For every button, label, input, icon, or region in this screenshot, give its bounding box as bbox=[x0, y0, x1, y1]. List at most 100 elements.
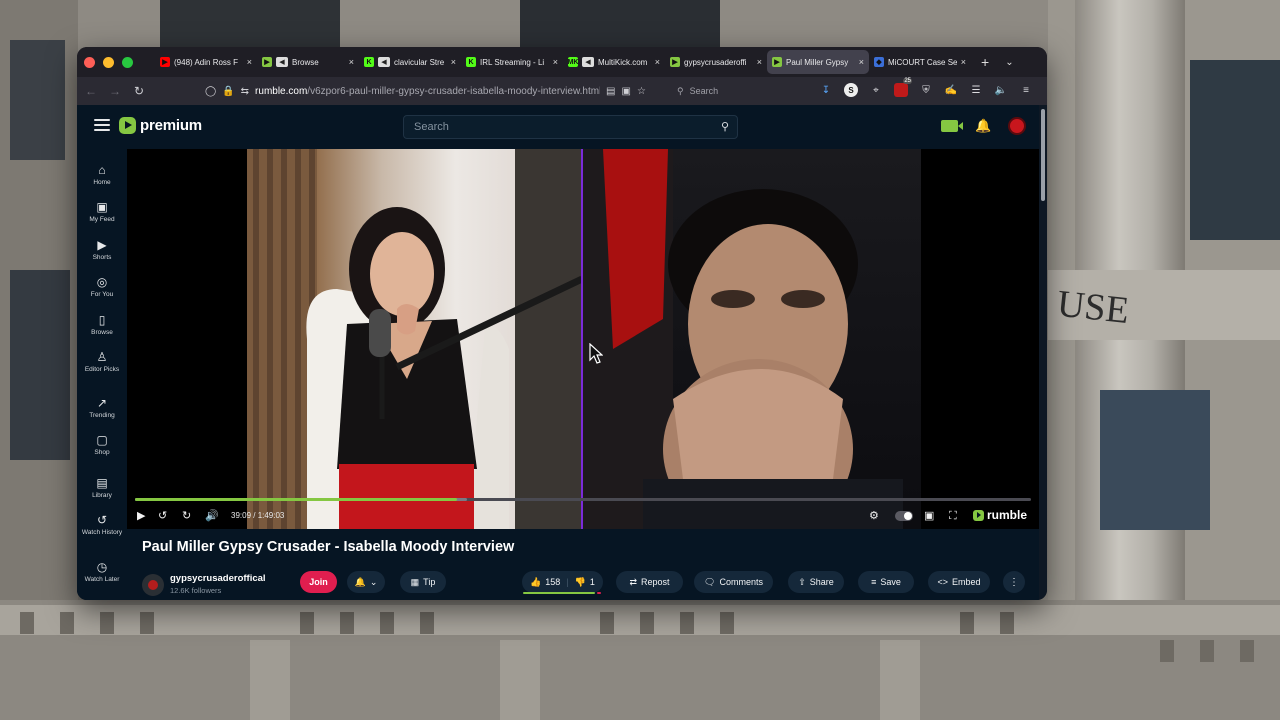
playlist-add-icon: ≡ bbox=[871, 577, 877, 587]
sidebar-item-home[interactable]: ⌂ Home bbox=[77, 163, 127, 187]
play-icon[interactable]: ▶ bbox=[137, 510, 145, 523]
video-left-scene bbox=[247, 149, 583, 529]
tab-close-icon[interactable]: × bbox=[451, 57, 456, 67]
thumbs-down-icon[interactable]: 👎 bbox=[575, 577, 586, 588]
rewind-icon[interactable]: ↺ bbox=[158, 510, 167, 523]
zoom-window-button[interactable] bbox=[122, 56, 133, 68]
picture-in-picture-icon[interactable]: ▣ bbox=[622, 86, 631, 97]
tab-close-icon[interactable]: × bbox=[349, 57, 354, 67]
sidebar-item-watch-history[interactable]: ↺ Watch History bbox=[77, 513, 127, 537]
save-button[interactable]: ≡ Save bbox=[858, 571, 914, 593]
lock-icon[interactable]: 🔒 bbox=[222, 86, 234, 97]
tab-close-icon[interactable]: × bbox=[859, 57, 864, 67]
browser-tab[interactable]: MK ◀ MultiKick.com × bbox=[563, 50, 665, 74]
join-button[interactable]: Join bbox=[300, 571, 337, 593]
url-bar[interactable]: ◯ 🔒 ⇆ rumble.com/v6zpor6-paul-miller-gyp… bbox=[205, 80, 670, 102]
tab-close-icon[interactable]: × bbox=[757, 57, 762, 67]
sidebar-item-trending[interactable]: ↗ Trending bbox=[77, 396, 127, 420]
page-scrollbar[interactable] bbox=[1039, 105, 1047, 600]
shield-icon[interactable]: ⛨ bbox=[919, 83, 933, 97]
video-player[interactable]: ▶ ↺ ↻ 🔊 39:09 / 1:49:03 ⚙ ▣ ⛶ rumble bbox=[127, 149, 1039, 529]
tab-muted-icon[interactable]: ◀ bbox=[276, 57, 288, 67]
browser-tab[interactable]: ▶ Paul Miller Gypsy × bbox=[767, 50, 869, 74]
rumble-watermark[interactable]: rumble bbox=[973, 508, 1027, 522]
browser-tab[interactable]: ▶ ◀ Browse × bbox=[257, 50, 359, 74]
bookmark-star-icon[interactable]: ☆ bbox=[637, 86, 646, 97]
repost-button[interactable]: ⇄ Repost bbox=[616, 571, 683, 593]
forward-arrow-icon[interactable]: → bbox=[103, 84, 127, 98]
crop-icon[interactable]: ⌖ bbox=[869, 83, 883, 97]
back-arrow-icon[interactable]: ← bbox=[79, 84, 103, 98]
rumble-premium-logo[interactable]: premium bbox=[119, 117, 202, 134]
site-header: premium ⚲ 🔔 bbox=[77, 105, 1039, 149]
sidebar-item-browse[interactable]: ▯ Browse bbox=[77, 313, 127, 337]
equalizer-icon[interactable]: ☰ bbox=[969, 83, 983, 97]
browser-tab[interactable]: ▶ gypsycrusaderoffi × bbox=[665, 50, 767, 74]
reader-view-icon[interactable]: ▤ bbox=[606, 86, 615, 97]
settings-gear-icon[interactable]: ⚙ bbox=[869, 510, 879, 523]
tab-close-icon[interactable]: × bbox=[655, 57, 660, 67]
browser-tab[interactable]: K IRL Streaming - Li × bbox=[461, 50, 563, 74]
scrollbar-thumb[interactable] bbox=[1041, 109, 1045, 201]
share-button[interactable]: ⇧ Share bbox=[788, 571, 844, 593]
sidebar-item-label: Library bbox=[92, 492, 112, 499]
minimize-window-button[interactable] bbox=[103, 56, 114, 68]
progress-bar[interactable] bbox=[135, 498, 1031, 501]
sidebar-item-editor-picks[interactable]: ♙ Editor Picks bbox=[77, 350, 127, 374]
vote-buttons: 👍 158 | 👎 1 bbox=[522, 571, 603, 593]
menu-icon[interactable]: ≡ bbox=[1019, 83, 1033, 97]
tab-list-chevron-icon[interactable]: ⌄ bbox=[1005, 57, 1013, 68]
browser-tab[interactable]: ▶ (948) Adin Ross F × bbox=[155, 50, 257, 74]
sidebar-item-feed[interactable]: ▣ My Feed bbox=[77, 200, 127, 224]
tab-close-icon[interactable]: × bbox=[247, 57, 252, 67]
browser-tab[interactable]: K ◀ clavicular Stre × bbox=[359, 50, 461, 74]
notifications-bell-icon[interactable]: 🔔 bbox=[975, 118, 991, 134]
go-live-camera-icon[interactable] bbox=[941, 120, 963, 132]
fast-forward-icon[interactable]: ↻ bbox=[182, 510, 191, 523]
browser-tab[interactable]: ◆ MiCOURT Case Se × bbox=[869, 50, 971, 74]
channel-info[interactable]: gypsycrusaderoffical 12.6K followers bbox=[142, 572, 267, 598]
sidebar-item-shop[interactable]: ▢ Shop bbox=[77, 433, 127, 457]
extensions-puzzle-icon[interactable]: ✍ bbox=[944, 83, 958, 97]
dislike-count[interactable]: 1 bbox=[590, 577, 595, 587]
tab-muted-icon[interactable]: ◀ bbox=[582, 57, 594, 67]
embed-button[interactable]: <> Embed bbox=[928, 571, 990, 593]
shop-icon: ▢ bbox=[96, 433, 108, 447]
extension-s-icon[interactable]: S bbox=[844, 83, 858, 97]
sidebar-item-shorts[interactable]: ▶ Shorts bbox=[77, 238, 127, 262]
svg-text:USE: USE bbox=[1055, 283, 1131, 332]
new-tab-button[interactable]: + bbox=[981, 54, 989, 70]
like-count[interactable]: 158 bbox=[545, 577, 560, 587]
tab-close-icon[interactable]: × bbox=[961, 57, 966, 67]
tab-muted-icon[interactable]: ◀ bbox=[378, 57, 390, 67]
fullscreen-icon[interactable]: ⛶ bbox=[949, 510, 957, 523]
user-avatar[interactable] bbox=[1008, 117, 1027, 135]
thumbs-up-icon[interactable]: 👍 bbox=[530, 577, 541, 588]
tracking-protection-icon[interactable]: ◯ bbox=[205, 86, 216, 97]
comments-button[interactable]: 🗨 Comments bbox=[694, 571, 773, 593]
theater-mode-icon[interactable]: ▣ bbox=[924, 510, 934, 523]
close-window-button[interactable] bbox=[84, 56, 95, 68]
tip-button[interactable]: ▦ Tip bbox=[400, 571, 446, 593]
extension-badge-icon[interactable]: 25 bbox=[894, 78, 912, 97]
downloads-icon[interactable]: ↧ bbox=[819, 83, 833, 97]
sidebar-item-label: Trending bbox=[89, 412, 115, 419]
site-search-input[interactable] bbox=[404, 116, 694, 138]
channel-name[interactable]: gypsycrusaderoffical bbox=[170, 573, 266, 584]
sidebar-item-library[interactable]: ▤ Library bbox=[77, 476, 127, 500]
url-text[interactable]: rumble.com/v6zpor6-paul-miller-gypsy-cru… bbox=[255, 86, 600, 97]
channel-avatar[interactable] bbox=[142, 574, 164, 596]
sidebar-item-watch-later[interactable]: ◷ Watch Later bbox=[77, 560, 127, 584]
volume-icon[interactable]: 🔊 bbox=[205, 510, 219, 523]
reload-icon[interactable]: ↻ bbox=[127, 84, 151, 98]
browser-search-box[interactable]: ⚲ Search bbox=[677, 80, 759, 102]
sidebar-item-for-you[interactable]: ◎ For You bbox=[77, 275, 127, 299]
notifications-dropdown[interactable]: 🔔 ⌄ bbox=[347, 571, 385, 593]
hamburger-menu-icon[interactable] bbox=[94, 119, 110, 131]
permissions-icon[interactable]: ⇆ bbox=[241, 86, 249, 97]
search-icon[interactable]: ⚲ bbox=[721, 120, 729, 133]
more-options-icon[interactable]: ⋮ bbox=[1003, 571, 1025, 593]
autoplay-toggle[interactable] bbox=[895, 511, 913, 521]
tab-close-icon[interactable]: × bbox=[553, 57, 558, 67]
sound-icon[interactable]: 🔈 bbox=[994, 83, 1008, 97]
